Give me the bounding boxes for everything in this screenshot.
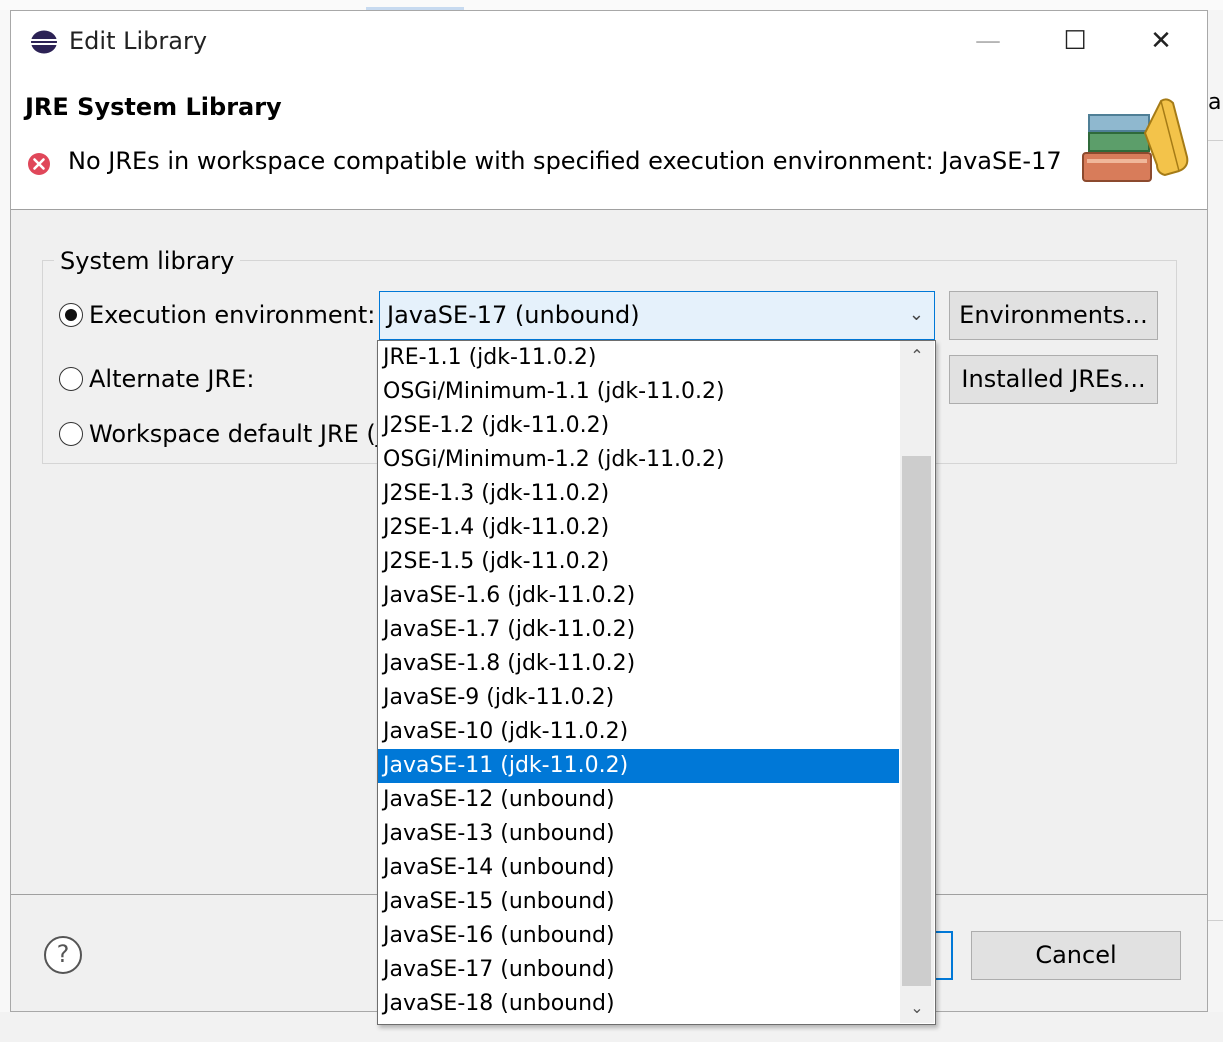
finish-button-edge[interactable]: [935, 931, 953, 980]
dropdown-item[interactable]: JavaSE-9 (jdk-11.0.2): [378, 681, 899, 715]
library-books-icon: [1082, 98, 1189, 182]
chevron-up-icon[interactable]: ⌃: [900, 341, 934, 371]
dropdown-item[interactable]: JavaSE-16 (unbound): [378, 919, 899, 953]
dropdown-item[interactable]: OSGi/Minimum-1.1 (jdk-11.0.2): [378, 375, 899, 409]
window-title: Edit Library: [69, 27, 208, 55]
dropdown-item[interactable]: JavaSE-10 (jdk-11.0.2): [378, 715, 899, 749]
title-bar[interactable]: Edit Library — ☐ ✕: [11, 11, 1207, 73]
dropdown-item[interactable]: J2SE-1.5 (jdk-11.0.2): [378, 545, 899, 579]
header-title: JRE System Library: [25, 93, 282, 121]
dropdown-item[interactable]: JavaSE-1.8 (jdk-11.0.2): [378, 647, 899, 681]
background-partial-text: ar: [1208, 90, 1223, 115]
dropdown-item[interactable]: OSGi/Minimum-1.2 (jdk-11.0.2): [378, 443, 899, 477]
cancel-button[interactable]: Cancel: [971, 931, 1181, 980]
alternate-jre-label: Alternate JRE:: [89, 365, 255, 393]
execution-environment-radio-row[interactable]: Execution environment:: [59, 301, 375, 329]
dropdown-item[interactable]: JavaSE-18 (unbound): [378, 987, 899, 1021]
chevron-down-icon[interactable]: ⌄: [900, 993, 934, 1023]
radio-selected-dot: [65, 309, 77, 321]
dropdown-item[interactable]: JavaSE-12 (unbound): [378, 783, 899, 817]
background-divider: [1208, 920, 1223, 921]
dropdown-item[interactable]: J2SE-1.2 (jdk-11.0.2): [378, 409, 899, 443]
dropdown-scrollbar[interactable]: ⌃ ⌄: [900, 341, 934, 1023]
installed-jres-button[interactable]: Installed JREs...: [949, 355, 1158, 404]
scrollbar-thumb[interactable]: [902, 456, 931, 986]
dropdown-item[interactable]: J2SE-1.4 (jdk-11.0.2): [378, 511, 899, 545]
system-library-group-label: System library: [54, 247, 241, 275]
help-icon[interactable]: ?: [44, 936, 82, 974]
dropdown-item-selected[interactable]: JavaSE-11 (jdk-11.0.2): [378, 749, 899, 783]
workspace-default-radio[interactable]: [59, 422, 83, 446]
environments-button[interactable]: Environments...: [949, 291, 1158, 340]
error-icon: [28, 153, 50, 175]
chevron-down-icon[interactable]: ⌄: [909, 292, 924, 338]
combo-value: JavaSE-17 (unbound): [387, 301, 640, 329]
background-window-left: [0, 10, 10, 1042]
close-button[interactable]: ✕: [1139, 19, 1183, 63]
workspace-default-label: Workspace default JRE (j: [89, 420, 383, 448]
execution-environment-radio[interactable]: [59, 303, 83, 327]
dropdown-item[interactable]: JavaSE-15 (unbound): [378, 885, 899, 919]
error-message: No JREs in workspace compatible with spe…: [68, 147, 1062, 175]
execution-environment-dropdown[interactable]: JRE-1.1 (jdk-11.0.2) OSGi/Minimum-1.1 (jd…: [377, 340, 936, 1025]
dropdown-item[interactable]: JavaSE-13 (unbound): [378, 817, 899, 851]
dropdown-item[interactable]: JavaSE-1.6 (jdk-11.0.2): [378, 579, 899, 613]
dropdown-item[interactable]: J2SE-1.3 (jdk-11.0.2): [378, 477, 899, 511]
background-window-strip: [0, 0, 1223, 10]
dropdown-list: JRE-1.1 (jdk-11.0.2) OSGi/Minimum-1.1 (jd…: [378, 341, 899, 1021]
maximize-button[interactable]: ☐: [1053, 19, 1097, 63]
execution-environment-combo[interactable]: JavaSE-17 (unbound) ⌄: [379, 291, 935, 340]
eclipse-icon: [31, 30, 57, 54]
dropdown-item[interactable]: JavaSE-17 (unbound): [378, 953, 899, 987]
dropdown-item[interactable]: JavaSE-1.7 (jdk-11.0.2): [378, 613, 899, 647]
alternate-jre-radio[interactable]: [59, 367, 83, 391]
dialog-header: JRE System Library No JREs in workspace …: [11, 73, 1207, 210]
execution-environment-label: Execution environment:: [89, 301, 376, 329]
minimize-button[interactable]: —: [966, 19, 1010, 63]
background-window-right: [1208, 10, 1223, 1042]
alternate-jre-radio-row[interactable]: Alternate JRE:: [59, 365, 254, 393]
workspace-default-radio-row[interactable]: Workspace default JRE (j: [59, 420, 382, 448]
dropdown-item[interactable]: JavaSE-14 (unbound): [378, 851, 899, 885]
dropdown-item[interactable]: JRE-1.1 (jdk-11.0.2): [378, 341, 899, 375]
background-divider: [1208, 140, 1223, 141]
